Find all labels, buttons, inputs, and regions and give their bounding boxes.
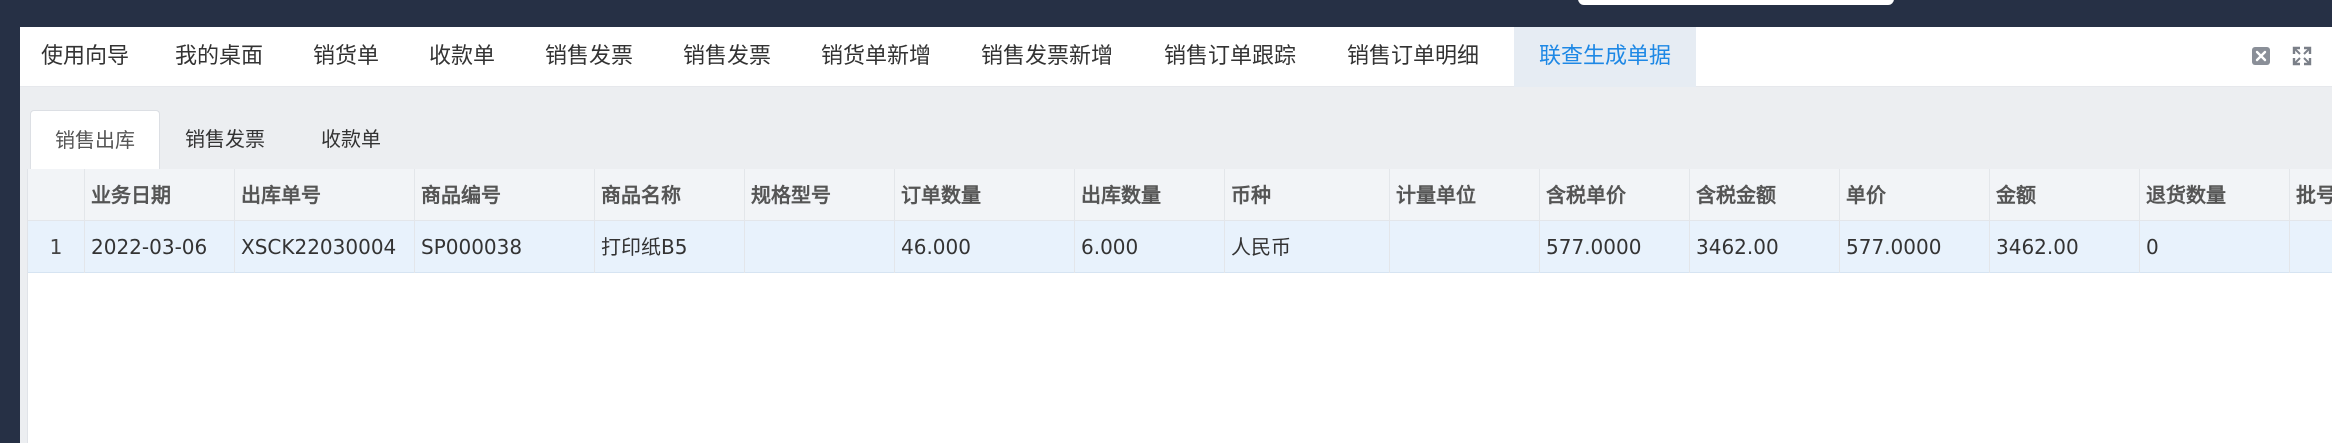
close-tab-icon[interactable] [2251, 46, 2271, 66]
top-search-box[interactable] [1578, 0, 1894, 5]
top-navigation-bar [0, 0, 2332, 27]
tab-new-delivery[interactable]: 销货单新增 [796, 27, 956, 87]
subtab-sales-invoice[interactable]: 销售发票 [160, 110, 290, 169]
header-product-code[interactable]: 商品编号 [415, 169, 595, 221]
content-area: 销售出库 销售发票 收款单 业务日期 出库单号 商品编号 商品名称 规格型号 订… [20, 87, 2332, 443]
tab-new-invoice[interactable]: 销售发票新增 [956, 27, 1138, 87]
cell-business-date: 2022-03-06 [85, 221, 235, 273]
tab-sales-invoice-1[interactable]: 销售发票 [520, 27, 658, 87]
header-product-name[interactable]: 商品名称 [595, 169, 745, 221]
fullscreen-icon[interactable] [2292, 46, 2312, 66]
cell-batch-no [2290, 221, 2332, 273]
cell-currency: 人民币 [1225, 221, 1390, 273]
outbound-table: 业务日期 出库单号 商品编号 商品名称 规格型号 订单数量 出库数量 币种 计量… [27, 169, 2332, 443]
header-currency[interactable]: 币种 [1225, 169, 1390, 221]
subtab-receipt[interactable]: 收款单 [290, 110, 412, 169]
window-controls [2235, 46, 2312, 68]
header-row-number [28, 169, 85, 221]
cell-product-code: SP000038 [415, 221, 595, 273]
header-tax-amount[interactable]: 含税金额 [1690, 169, 1840, 221]
main-window: 使用向导 我的桌面 销货单 收款单 销售发票 销售发票 销货单新增 销售发票新增… [20, 27, 2332, 443]
cell-tax-amount: 3462.00 [1690, 221, 1840, 273]
tab-receipt[interactable]: 收款单 [404, 27, 520, 87]
header-unit[interactable]: 计量单位 [1390, 169, 1540, 221]
cell-spec-model [745, 221, 895, 273]
cell-outbound-no: XSCK22030004 [235, 221, 415, 273]
cell-return-qty: 0 [2140, 221, 2290, 273]
cell-outbound-qty: 6.000 [1075, 221, 1225, 273]
tab-guide[interactable]: 使用向导 [20, 27, 150, 87]
header-return-qty[interactable]: 退货数量 [2140, 169, 2290, 221]
cell-product-name: 打印纸B5 [595, 221, 745, 273]
header-order-qty[interactable]: 订单数量 [895, 169, 1075, 221]
tab-linked-documents[interactable]: 联查生成单据 [1514, 27, 1696, 87]
table-header: 业务日期 出库单号 商品编号 商品名称 规格型号 订单数量 出库数量 币种 计量… [28, 169, 2332, 221]
subtab-sales-outbound[interactable]: 销售出库 [30, 110, 160, 169]
cell-unit-price: 577.0000 [1840, 221, 1990, 273]
header-spec-model[interactable]: 规格型号 [745, 169, 895, 221]
row-number: 1 [28, 221, 85, 273]
tab-sales-delivery[interactable]: 销货单 [288, 27, 404, 87]
header-batch-no[interactable]: 批号 [2290, 169, 2332, 221]
table-row[interactable]: 1 2022-03-06 XSCK22030004 SP000038 打印纸B5… [28, 221, 2332, 273]
tab-order-tracking[interactable]: 销售订单跟踪 [1138, 27, 1322, 87]
tab-sales-invoice-2[interactable]: 销售发票 [658, 27, 796, 87]
page-tab-bar: 使用向导 我的桌面 销货单 收款单 销售发票 销售发票 销货单新增 销售发票新增… [20, 27, 2332, 87]
cell-order-qty: 46.000 [895, 221, 1075, 273]
header-amount[interactable]: 金额 [1990, 169, 2140, 221]
cell-tax-unit-price: 577.0000 [1540, 221, 1690, 273]
header-tax-unit-price[interactable]: 含税单价 [1540, 169, 1690, 221]
header-business-date[interactable]: 业务日期 [85, 169, 235, 221]
header-outbound-no[interactable]: 出库单号 [235, 169, 415, 221]
header-unit-price[interactable]: 单价 [1840, 169, 1990, 221]
header-outbound-qty[interactable]: 出库数量 [1075, 169, 1225, 221]
cell-amount: 3462.00 [1990, 221, 2140, 273]
tab-my-desktop[interactable]: 我的桌面 [150, 27, 288, 87]
tab-order-detail[interactable]: 销售订单明细 [1322, 27, 1504, 87]
cell-unit [1390, 221, 1540, 273]
